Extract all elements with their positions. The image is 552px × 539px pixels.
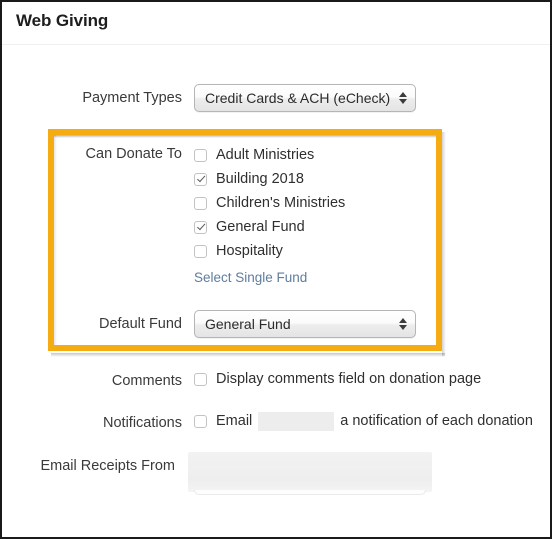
- checkbox-building-2018[interactable]: [194, 172, 207, 186]
- checkbox-label-childrens-ministries: Children's Ministries: [216, 195, 346, 211]
- checkbox-email-notification[interactable]: [194, 414, 207, 428]
- default-fund-control: General Fund: [194, 310, 416, 338]
- payment-types-control: Credit Cards & ACH (eCheck): [194, 84, 416, 112]
- checkbox-row-email-notification[interactable]: Email a notification of each donation: [194, 409, 533, 433]
- checkbox-label-hospitality: Hospitality: [216, 243, 283, 259]
- email-receipts-from-input[interactable]: [188, 452, 432, 495]
- notifications-text-after: a notification of each donation: [340, 413, 533, 429]
- checkbox-label-building-2018: Building 2018: [216, 171, 304, 187]
- default-fund-select-value: General Fund: [205, 316, 291, 332]
- settings-form: Payment Types Credit Cards & ACH (eCheck…: [2, 46, 550, 537]
- payment-types-label: Payment Types: [82, 90, 182, 106]
- checkbox-label-general-fund: General Fund: [216, 219, 305, 235]
- email-receipts-from-label: Email Receipts From: [40, 458, 175, 474]
- web-giving-settings-screenshot: Web Giving Payment Types Credit Cards & …: [0, 0, 552, 539]
- checkbox-childrens-ministries[interactable]: [194, 196, 207, 210]
- notification-email-input[interactable]: [258, 411, 335, 431]
- checkbox-row-childrens-ministries[interactable]: Children's Ministries: [194, 191, 345, 215]
- notifications-control: Email a notification of each donation: [194, 409, 533, 433]
- panel-header: Web Giving: [2, 2, 550, 45]
- email-receipts-from-control: [188, 452, 432, 495]
- default-fund-select[interactable]: General Fund: [194, 310, 416, 338]
- checkbox-row-general-fund[interactable]: General Fund: [194, 215, 345, 239]
- comments-label: Comments: [111, 373, 182, 389]
- checkbox-row-hospitality[interactable]: Hospitality: [194, 239, 345, 263]
- notifications-text-before: Email: [216, 413, 253, 429]
- page-title: Web Giving: [16, 11, 109, 30]
- checkbox-label-display-comments: Display comments field on donation page: [216, 371, 482, 387]
- payment-types-select[interactable]: Credit Cards & ACH (eCheck): [194, 84, 416, 112]
- select-single-fund-link[interactable]: Select Single Fund: [194, 270, 307, 285]
- checkbox-row-adult-ministries[interactable]: Adult Ministries: [194, 143, 345, 167]
- chevron-up-down-icon: [398, 315, 407, 333]
- checkbox-general-fund[interactable]: [194, 220, 207, 234]
- checkbox-display-comments[interactable]: [194, 372, 207, 386]
- can-donate-to-control: Adult Ministries Building 2018 Children'…: [194, 143, 345, 287]
- checkbox-row-building-2018[interactable]: Building 2018: [194, 167, 345, 191]
- notifications-label: Notifications: [103, 415, 182, 431]
- checkbox-hospitality[interactable]: [194, 244, 207, 258]
- payment-types-select-value: Credit Cards & ACH (eCheck): [205, 90, 391, 106]
- comments-control: Display comments field on donation page: [194, 367, 481, 391]
- checkbox-adult-ministries[interactable]: [194, 148, 207, 162]
- checkbox-row-display-comments[interactable]: Display comments field on donation page: [194, 367, 481, 391]
- chevron-up-down-icon: [398, 89, 407, 107]
- checkbox-label-adult-ministries: Adult Ministries: [216, 147, 315, 163]
- default-fund-label: Default Fund: [98, 316, 182, 332]
- can-donate-to-label: Can Donate To: [85, 146, 182, 162]
